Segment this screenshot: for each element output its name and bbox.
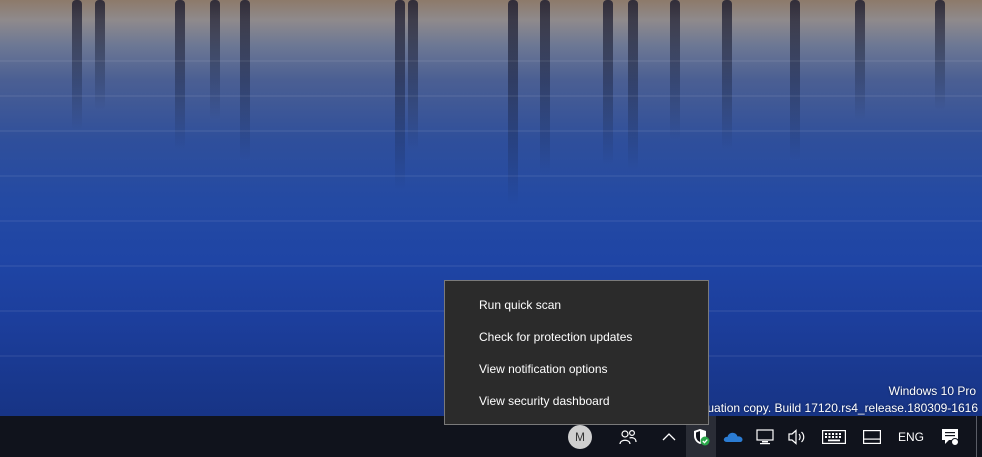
touch-keyboard-button[interactable] <box>814 416 854 457</box>
onedrive-button[interactable] <box>718 416 748 457</box>
windows-ink-icon <box>863 429 881 444</box>
touch-keyboard-icon <box>822 429 846 444</box>
water-ripple <box>0 265 982 267</box>
wallpaper-reflection <box>72 0 82 130</box>
menu-item-run-quick-scan[interactable]: Run quick scan <box>445 289 708 321</box>
menu-item-view-security-dashboard[interactable]: View security dashboard <box>445 385 708 417</box>
wallpaper-reflection <box>540 0 550 175</box>
network-icon <box>756 428 774 444</box>
volume-button[interactable] <box>782 416 812 457</box>
wallpaper-reflection <box>628 0 638 170</box>
show-desktop-button[interactable] <box>977 416 982 457</box>
water-ripple <box>0 95 982 97</box>
water-ripple <box>0 220 982 222</box>
wallpaper-reflection <box>935 0 945 110</box>
onedrive-icon <box>723 432 743 442</box>
wallpaper-reflection <box>175 0 185 150</box>
wallpaper-reflection <box>603 0 613 165</box>
chevron-up-icon <box>662 432 676 440</box>
language-button[interactable]: ENG <box>892 416 930 457</box>
wallpaper-reflection <box>408 0 418 150</box>
action-center-button[interactable] <box>934 416 966 457</box>
water-ripple <box>0 60 982 62</box>
network-button[interactable] <box>750 416 780 457</box>
watermark-build: Evaluation copy. Build 17120.rs4_release… <box>684 401 978 415</box>
wallpaper-reflection <box>95 0 105 110</box>
windows-ink-button[interactable] <box>856 416 888 457</box>
wallpaper-reflection <box>722 0 732 150</box>
windows-security-icon <box>694 428 710 445</box>
wallpaper-reflection <box>670 0 680 140</box>
water-ripple <box>0 175 982 177</box>
water-ripple <box>0 130 982 132</box>
user-avatar: M <box>568 424 592 449</box>
wallpaper-reflection <box>790 0 800 160</box>
menu-item-check-protection-updates[interactable]: Check for protection updates <box>445 321 708 353</box>
wallpaper-reflection <box>240 0 250 160</box>
language-indicator: ENG <box>897 429 924 444</box>
volume-icon <box>788 428 805 445</box>
watermark-edition: Windows 10 Pro <box>888 384 976 398</box>
menu-item-view-notification-options[interactable]: View notification options <box>445 353 708 385</box>
people-icon <box>619 429 637 444</box>
security-context-menu: Run quick scan Check for protection upda… <box>444 280 709 425</box>
action-center-icon <box>942 428 959 446</box>
